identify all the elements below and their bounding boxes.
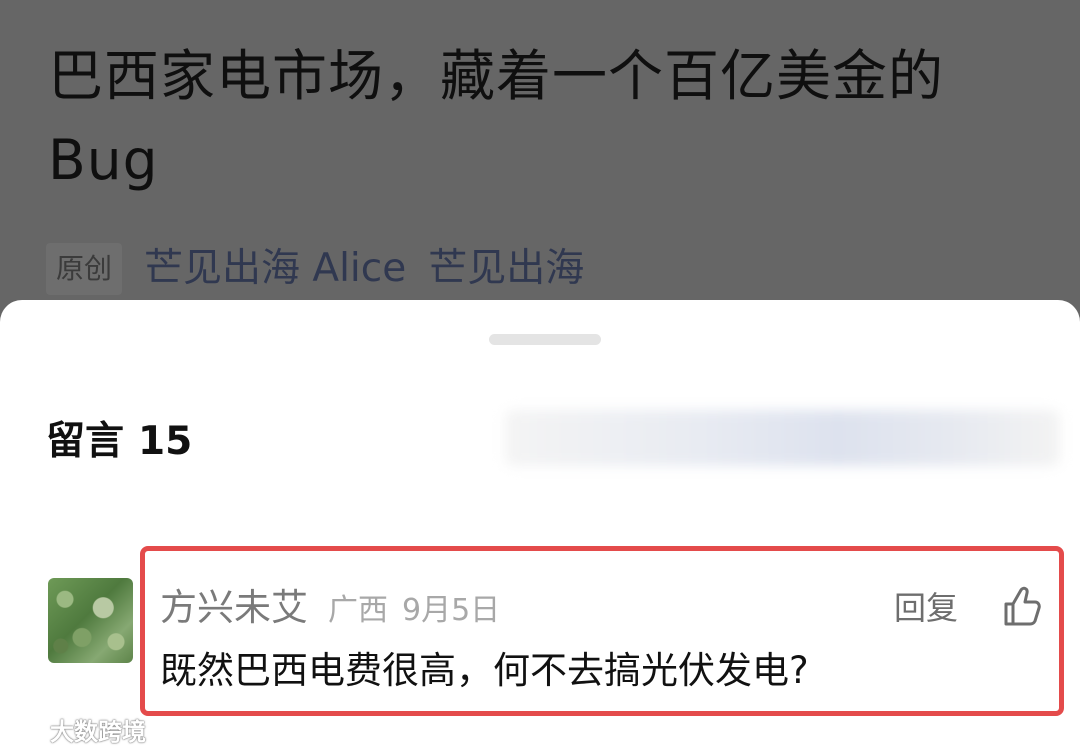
account-link[interactable]: 芒见出海 bbox=[428, 243, 584, 295]
avatar[interactable] bbox=[48, 578, 133, 663]
comments-title: 留言 bbox=[46, 419, 125, 464]
watermark-text: 大数跨境 bbox=[50, 718, 146, 746]
highlight-box bbox=[140, 546, 1064, 716]
comments-header: 留言 15 bbox=[46, 416, 192, 468]
comments-count: 15 bbox=[138, 419, 193, 464]
article-title: 巴西家电市场，藏着一个百亿美金的Bug bbox=[48, 44, 945, 192]
blurred-content bbox=[505, 410, 1060, 466]
watermark: 大数跨境 bbox=[4, 712, 146, 747]
article-backdrop: 巴西家电市场，藏着一个百亿美金的Bug 原创 芒见出海 Alice 芒见出海 bbox=[0, 0, 1080, 330]
author-link[interactable]: 芒见出海 Alice bbox=[144, 243, 406, 295]
article-meta: 原创 芒见出海 Alice 芒见出海 bbox=[46, 240, 584, 298]
watermark-logo-icon bbox=[6, 719, 46, 739]
original-badge: 原创 bbox=[46, 243, 123, 295]
sheet-drag-handle[interactable] bbox=[489, 334, 601, 345]
